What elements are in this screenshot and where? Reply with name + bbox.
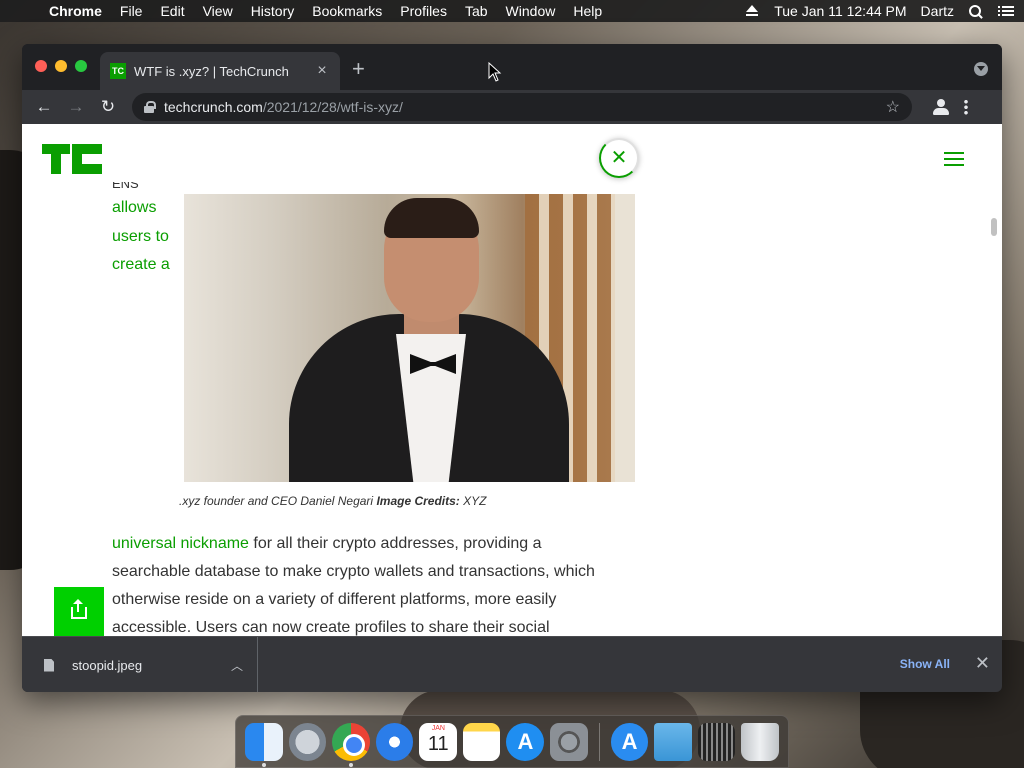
download-file-name: stoopid.jpeg: [72, 657, 143, 673]
dock-separator: [598, 722, 600, 761]
lock-icon[interactable]: [144, 101, 156, 113]
bookmark-star-icon[interactable]: ☆: [886, 97, 900, 117]
universal-nickname-link[interactable]: universal nickname: [112, 535, 249, 552]
trash-icon[interactable]: [741, 722, 779, 761]
forward-icon[interactable]: →: [60, 97, 92, 117]
menubar-user[interactable]: Dartz: [921, 3, 954, 19]
notes-icon[interactable]: [462, 722, 501, 761]
menu-bookmarks[interactable]: Bookmarks: [303, 3, 391, 19]
article-body: universal nickname for all their crypto …: [112, 530, 612, 636]
chevron-up-icon[interactable]: ︿: [231, 657, 243, 674]
cut-text: ENS: [112, 182, 139, 191]
screenshot-stack-icon[interactable]: [697, 722, 736, 761]
photo-caption: .xyz founder and CEO Daniel Negari Image…: [179, 494, 486, 508]
menu-app-name[interactable]: Chrome: [40, 3, 111, 19]
calendar-month: JAN: [431, 724, 445, 732]
spotlight-search-icon[interactable]: [968, 4, 984, 18]
show-all-button[interactable]: Show All: [900, 657, 950, 671]
window-minimize-button[interactable]: [55, 60, 67, 72]
menu-bar: Chrome File Edit View History Bookmarks …: [0, 0, 1024, 22]
article-photo: [184, 194, 635, 482]
menu-profiles[interactable]: Profiles: [391, 3, 456, 19]
browser-toolbar: ← → ↻ techcrunch.com/2021/12/28/wtf-is-x…: [22, 90, 1002, 124]
sidebar-link-line-1[interactable]: allows: [112, 194, 182, 223]
sidebar-link-line-3[interactable]: create a: [112, 251, 182, 280]
eject-icon[interactable]: [744, 4, 760, 18]
app-store-icon[interactable]: [506, 722, 545, 761]
file-icon: [44, 658, 54, 672]
safari-icon[interactable]: [375, 722, 414, 761]
back-icon[interactable]: ←: [28, 97, 60, 117]
menubar-clock[interactable]: Tue Jan 11 12:44 PM: [774, 3, 906, 19]
download-item[interactable]: stoopid.jpeg ︿: [22, 637, 258, 692]
page-viewport: ✕ ENS allows users to create a .xyz foun…: [22, 124, 1002, 636]
url-domain: techcrunch.com: [164, 99, 263, 115]
chrome-menu-icon[interactable]: [964, 99, 968, 115]
menu-help[interactable]: Help: [564, 3, 611, 19]
techcrunch-logo[interactable]: [42, 144, 102, 174]
new-tab-button[interactable]: +: [352, 58, 365, 80]
caption-credits-value: XYZ: [459, 494, 487, 508]
browser-window: TC WTF is .xyz? | TechCrunch × + ← → ↻ t…: [22, 44, 1002, 692]
chrome-icon[interactable]: [332, 722, 370, 767]
close-icon[interactable]: ✕: [975, 653, 990, 674]
download-shelf: stoopid.jpeg ︿ Show All ✕: [22, 636, 1002, 692]
address-bar[interactable]: techcrunch.com/2021/12/28/wtf-is-xyz/ ☆: [132, 93, 912, 121]
tab-close-icon[interactable]: ×: [314, 62, 330, 80]
close-overlay-icon[interactable]: ✕: [599, 138, 639, 178]
tab-search-icon[interactable]: [974, 62, 988, 76]
dock: JAN 11: [235, 715, 789, 768]
calendar-icon[interactable]: JAN 11: [419, 722, 457, 761]
profile-icon[interactable]: [932, 98, 950, 116]
tab-strip: TC WTF is .xyz? | TechCrunch × +: [22, 44, 1002, 90]
menu-view[interactable]: View: [194, 3, 242, 19]
finder-icon[interactable]: [245, 722, 283, 767]
menu-history[interactable]: History: [242, 3, 304, 19]
menu-tab[interactable]: Tab: [456, 3, 497, 19]
share-button[interactable]: [54, 587, 104, 636]
menu-window[interactable]: Window: [497, 3, 565, 19]
notification-center-icon[interactable]: [998, 4, 1014, 18]
url-path: /2021/12/28/wtf-is-xyz/: [262, 99, 403, 115]
applications-folder-icon[interactable]: [610, 722, 649, 761]
launchpad-icon[interactable]: [288, 722, 327, 761]
tab-title: WTF is .xyz? | TechCrunch: [134, 63, 289, 79]
caption-text: .xyz founder and CEO Daniel Negari: [179, 494, 377, 508]
hamburger-menu-icon[interactable]: [944, 152, 964, 166]
scrollbar[interactable]: [991, 218, 997, 236]
menu-edit[interactable]: Edit: [151, 3, 193, 19]
caption-credits-label: Image Credits:: [376, 494, 460, 508]
menu-file[interactable]: File: [111, 3, 152, 19]
window-zoom-button[interactable]: [75, 60, 87, 72]
techcrunch-favicon-icon: TC: [110, 63, 126, 79]
article-sidebar-text: ENS allows users to create a: [112, 182, 182, 280]
system-preferences-icon[interactable]: [550, 722, 588, 761]
window-close-button[interactable]: [35, 60, 47, 72]
sidebar-link-line-2[interactable]: users to: [112, 223, 182, 252]
downloads-folder-icon[interactable]: [654, 722, 692, 761]
tab-techcrunch[interactable]: TC WTF is .xyz? | TechCrunch ×: [100, 52, 340, 90]
calendar-day: 11: [427, 732, 449, 755]
reload-icon[interactable]: ↻: [92, 97, 124, 117]
